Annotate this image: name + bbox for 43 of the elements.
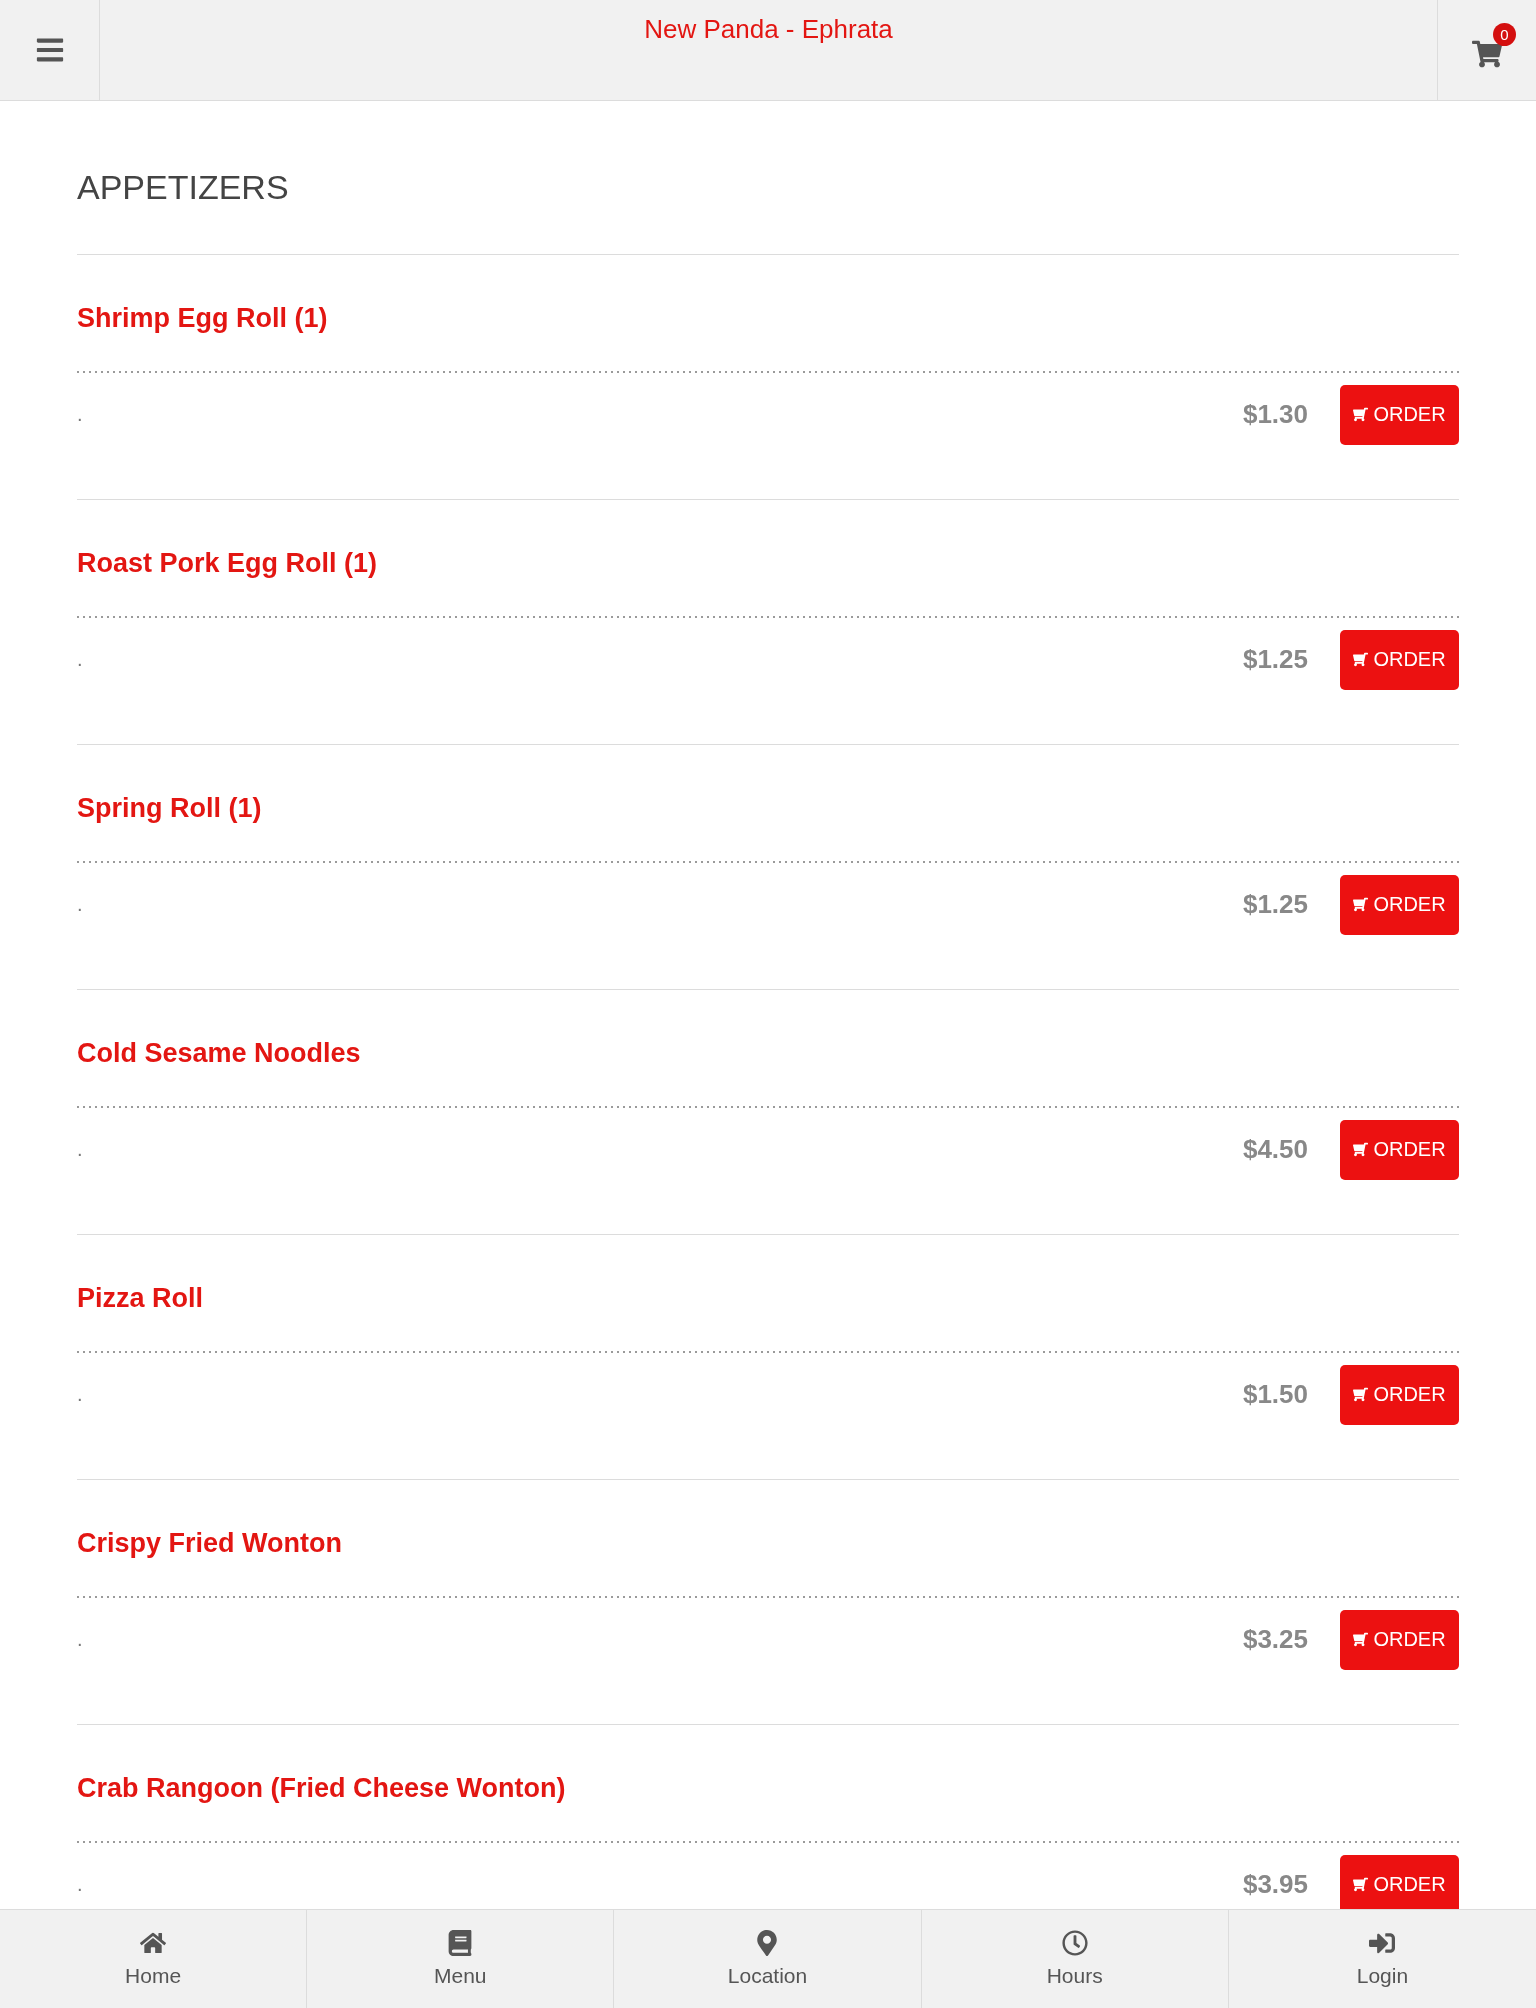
item-price: $1.30 bbox=[1242, 399, 1308, 431]
cart-icon bbox=[1353, 1877, 1369, 1893]
section-title: APPETIZERS bbox=[77, 101, 1459, 255]
order-button[interactable]: ORDER bbox=[1340, 384, 1459, 445]
item-description: . bbox=[77, 403, 84, 427]
item-description: . bbox=[77, 1138, 84, 1162]
item-price: $4.50 bbox=[1242, 1134, 1308, 1166]
item-description: . bbox=[77, 893, 84, 917]
clock-icon bbox=[1061, 1930, 1088, 1956]
restaurant-title: New Panda - Ephrata bbox=[644, 14, 893, 46]
item-description: . bbox=[77, 1873, 84, 1897]
order-button[interactable]: ORDER bbox=[1340, 874, 1459, 935]
item-name: Cold Sesame Noodles bbox=[77, 1036, 362, 1070]
item-price: $1.25 bbox=[1242, 644, 1308, 676]
item-name: Roast Pork Egg Roll (1) bbox=[77, 546, 379, 580]
book-icon bbox=[447, 1930, 474, 1956]
cart-icon bbox=[1353, 1632, 1369, 1648]
cart-count-badge: 0 bbox=[1493, 23, 1516, 46]
item-name: Spring Roll (1) bbox=[77, 791, 263, 825]
item-description: . bbox=[77, 648, 84, 672]
item-price: $3.25 bbox=[1242, 1624, 1308, 1656]
item-price: $3.95 bbox=[1242, 1869, 1308, 1901]
order-button[interactable]: ORDER bbox=[1340, 629, 1459, 690]
order-button[interactable]: ORDER bbox=[1340, 1609, 1459, 1670]
item-name: Pizza Roll bbox=[77, 1281, 205, 1315]
item-name: Crab Rangoon (Fried Cheese Wonton) bbox=[77, 1771, 567, 1805]
cart-icon bbox=[1353, 1142, 1369, 1158]
order-button[interactable]: ORDER bbox=[1340, 1119, 1459, 1180]
item-price: $1.50 bbox=[1242, 1379, 1308, 1411]
item-description: . bbox=[77, 1383, 84, 1407]
item-description: . bbox=[77, 1628, 84, 1652]
home-icon bbox=[140, 1930, 167, 1956]
cart-icon bbox=[1353, 897, 1369, 913]
cart-icon bbox=[1353, 407, 1369, 423]
cart-icon bbox=[1353, 652, 1369, 668]
order-button[interactable]: ORDER bbox=[1340, 1854, 1459, 1909]
sign-in-icon bbox=[1369, 1930, 1396, 1956]
order-button[interactable]: ORDER bbox=[1340, 1364, 1459, 1425]
cart-icon bbox=[1353, 1387, 1369, 1403]
item-price: $1.25 bbox=[1242, 889, 1308, 921]
cart-icon bbox=[1472, 39, 1502, 69]
item-name: Crispy Fried Wonton bbox=[77, 1526, 343, 1560]
item-name: Shrimp Egg Roll (1) bbox=[77, 301, 329, 335]
